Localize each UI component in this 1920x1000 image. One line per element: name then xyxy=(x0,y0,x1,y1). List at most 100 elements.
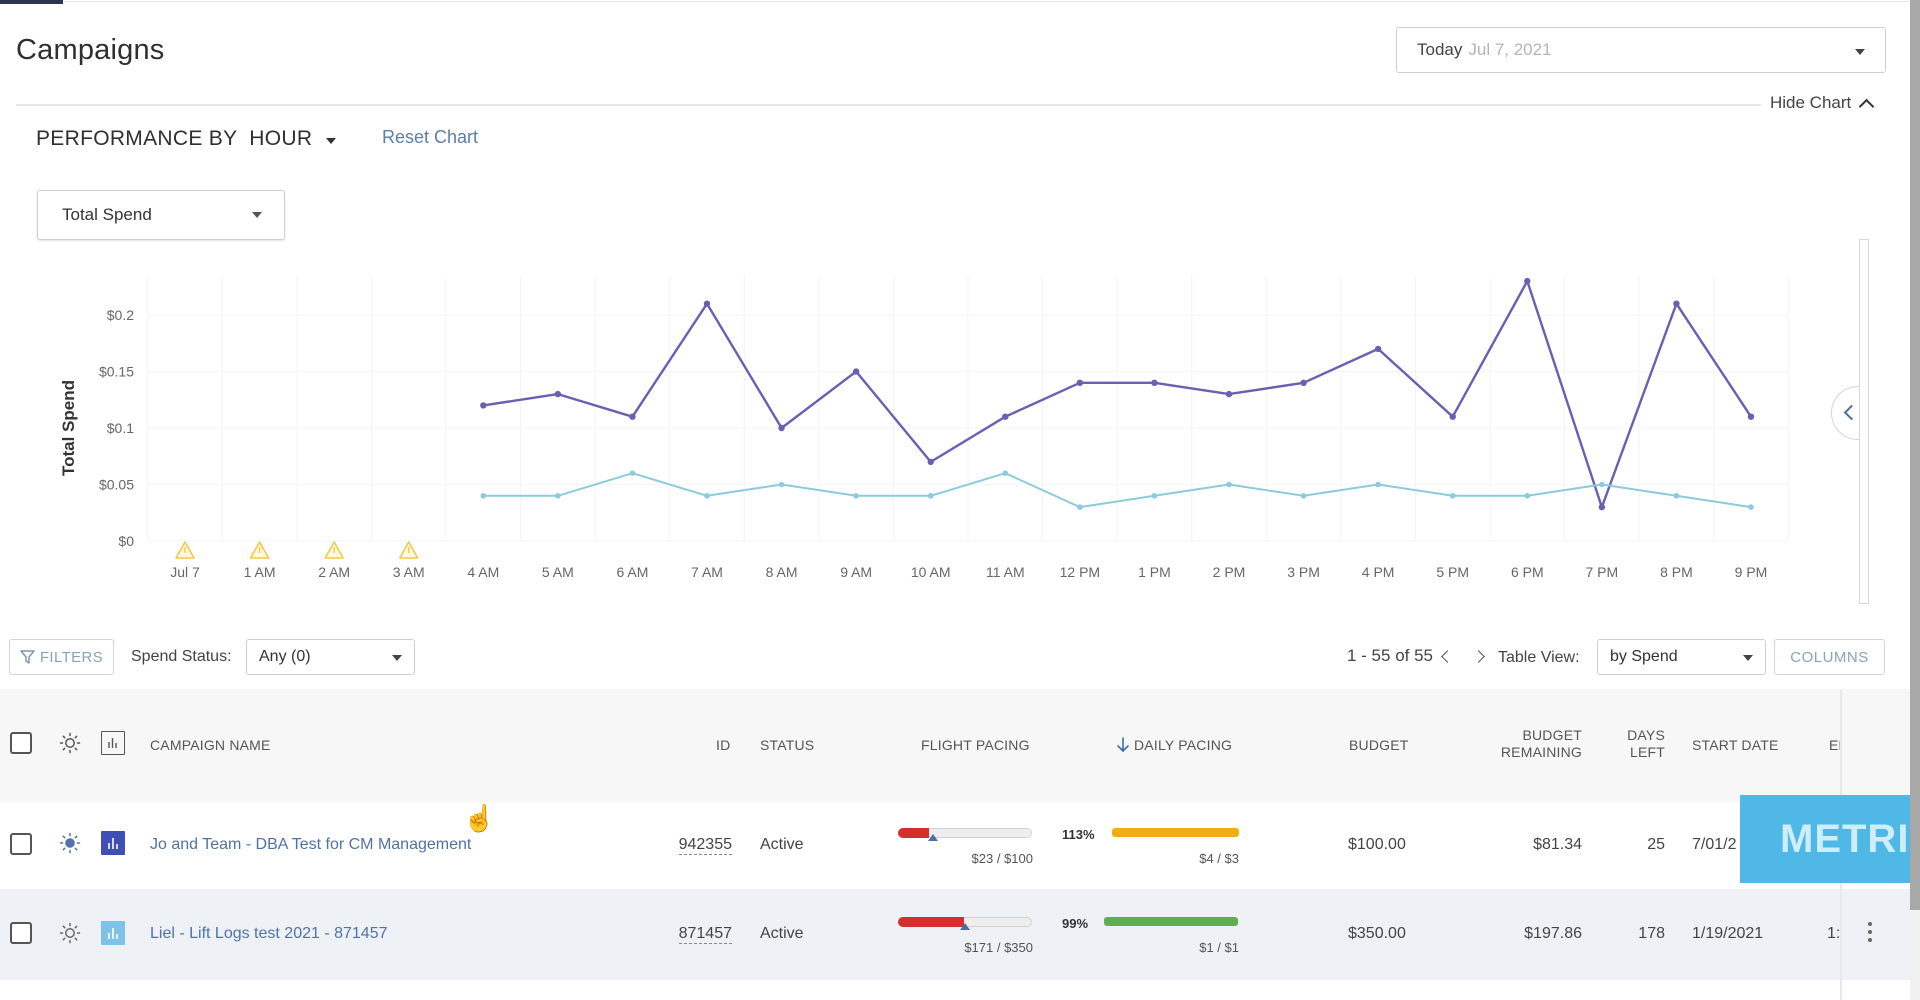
campaign-id[interactable]: 871457 xyxy=(673,925,732,944)
days-left-line1: DAYS xyxy=(1627,727,1665,743)
column-header-status[interactable]: STATUS xyxy=(760,737,814,753)
table-view-select[interactable]: by Spend xyxy=(1597,639,1766,675)
y-axis-title: Total Spend xyxy=(59,380,78,476)
sun-filled-icon[interactable] xyxy=(59,832,81,854)
days-left-line2: LEFT xyxy=(1629,744,1665,760)
daily-pacing-bar xyxy=(1112,828,1239,837)
budget-remaining: $81.34 xyxy=(1533,836,1582,853)
columns-button[interactable]: COLUMNS xyxy=(1774,639,1885,675)
caret-down-icon xyxy=(252,212,262,218)
chart-grid xyxy=(147,275,1789,542)
data-point xyxy=(703,300,711,307)
data-point xyxy=(1449,493,1456,499)
x-tick-label: 2 PM xyxy=(1213,564,1246,580)
campaign-name-link[interactable]: Liel - Lift Logs test 2021 - 871457 xyxy=(150,925,388,943)
x-tick-label: 3 AM xyxy=(393,564,425,580)
daily-pacing-percent: 113% xyxy=(1062,827,1095,842)
x-tick-label: 8 PM xyxy=(1660,564,1693,580)
data-point xyxy=(1225,390,1233,398)
x-tick-label: 11 AM xyxy=(986,564,1025,580)
row-checkbox[interactable] xyxy=(10,833,32,855)
hide-chart-toggle[interactable]: Hide Chart xyxy=(1770,93,1875,114)
y-tick-label: $0.1 xyxy=(107,420,134,436)
column-header-end-date[interactable]: EN xyxy=(1829,737,1840,753)
chart-toggle-all-icon[interactable] xyxy=(101,731,125,755)
flight-pacing-fill xyxy=(898,917,964,927)
chart-series-toggle-icon[interactable] xyxy=(101,921,125,945)
next-page-button[interactable] xyxy=(1472,649,1485,663)
column-header-campaign-name[interactable]: CAMPAIGN NAME xyxy=(150,737,271,753)
expected-pace-marker-icon xyxy=(960,923,970,930)
campaign-name-link[interactable]: Jo and Team - DBA Test for CM Management xyxy=(150,836,471,854)
x-tick-label: 4 PM xyxy=(1362,564,1395,580)
row-actions-menu-icon[interactable] xyxy=(1867,922,1873,944)
chart-granularity-dropdown[interactable]: PERFORMANCE BY HOUR xyxy=(36,127,337,151)
row-checkbox[interactable] xyxy=(10,922,32,944)
x-tick-label: 1 AM xyxy=(244,564,276,580)
select-all-checkbox[interactable] xyxy=(10,732,32,754)
campaign-id-link[interactable]: 871457 xyxy=(678,925,732,944)
hand-pointer-cursor-icon: ☝ xyxy=(463,803,496,833)
caret-down-icon xyxy=(392,655,402,661)
flight-pacing-amount: $171 / $350 xyxy=(964,940,1033,955)
column-header-budget-remaining[interactable]: BUDGET REMAINING xyxy=(1494,727,1582,761)
column-header-flight-pacing[interactable]: FLIGHT PACING xyxy=(921,737,1030,753)
budget-remaining-line2: REMAINING xyxy=(1500,744,1582,760)
column-header-days-left[interactable]: DAYS LEFT xyxy=(1615,727,1665,761)
column-header-budget[interactable]: BUDGET xyxy=(1349,737,1409,753)
data-point xyxy=(1598,503,1606,511)
x-tick-label: 7 PM xyxy=(1586,564,1619,580)
data-point xyxy=(555,493,561,499)
page-scrollbar-thumb[interactable] xyxy=(1910,0,1920,910)
data-point xyxy=(1374,345,1382,353)
campaign-id-link[interactable]: 942355 xyxy=(678,836,732,855)
campaign-status: Active xyxy=(760,925,804,942)
data-point xyxy=(1300,493,1307,499)
chart-series-toggle-icon[interactable] xyxy=(101,831,125,855)
y-tick-label: $0.2 xyxy=(107,307,134,323)
y-tick-label: $0 xyxy=(118,533,134,549)
x-tick-label: 5 PM xyxy=(1436,564,1469,580)
x-tick-label: Jul 7 xyxy=(170,564,200,580)
sun-outline-icon[interactable] xyxy=(59,732,81,754)
data-point xyxy=(927,458,934,466)
column-header-daily-pacing[interactable]: DAILY PACING xyxy=(1116,737,1232,753)
x-tick-label: 9 AM xyxy=(840,564,872,580)
caret-down-icon xyxy=(1855,49,1865,55)
chart-axes: $0 $0.05 $0.1 $0.15 $0.2 Total Spend Jul 7 1 AM… xyxy=(59,307,1767,580)
previous-page-button[interactable] xyxy=(1441,649,1454,663)
flight-pacing-amount: $23 / $100 xyxy=(971,851,1033,866)
data-point xyxy=(1673,300,1680,307)
spend-status-select[interactable]: Any (0) xyxy=(246,639,415,675)
chart-no-data-markers xyxy=(175,541,419,559)
flight-pacing-fill xyxy=(898,828,929,838)
campaign-id[interactable]: 942355 xyxy=(673,836,732,855)
data-point xyxy=(629,470,636,476)
pagination-range: 1 - 55 of 55 xyxy=(1347,646,1434,665)
data-point xyxy=(1524,493,1531,499)
x-tick-label: 1 PM xyxy=(1138,564,1171,580)
campaign-status: Active xyxy=(760,836,804,853)
budget-remaining: $197.86 xyxy=(1524,925,1582,942)
chart-metric-select[interactable]: Total Spend xyxy=(37,190,285,240)
bar-chart-icon xyxy=(108,838,118,849)
reset-chart-link[interactable]: Reset Chart xyxy=(382,127,478,148)
date-range-value: Jul 7, 2021 xyxy=(1468,40,1552,59)
data-point xyxy=(1300,379,1307,386)
flight-pacing-bar xyxy=(898,828,1032,841)
sun-outline-icon[interactable] xyxy=(59,922,81,944)
date-range-picker[interactable]: Today Jul 7, 2021 xyxy=(1396,27,1886,73)
spend-status-label: Spend Status: xyxy=(131,648,232,665)
x-tick-label: 7 AM xyxy=(691,564,723,580)
data-point xyxy=(1375,481,1381,488)
x-tick-label: 8 AM xyxy=(766,564,798,580)
data-point xyxy=(1077,504,1083,510)
filter-icon xyxy=(20,650,35,664)
column-header-start-date[interactable]: START DATE xyxy=(1692,737,1779,753)
end-date: 1: xyxy=(1827,925,1839,942)
column-header-id[interactable]: ID xyxy=(716,737,730,753)
data-point xyxy=(1449,413,1456,420)
filters-button[interactable]: FILTERS xyxy=(9,639,114,675)
data-point xyxy=(1748,504,1754,510)
data-point xyxy=(778,481,785,488)
